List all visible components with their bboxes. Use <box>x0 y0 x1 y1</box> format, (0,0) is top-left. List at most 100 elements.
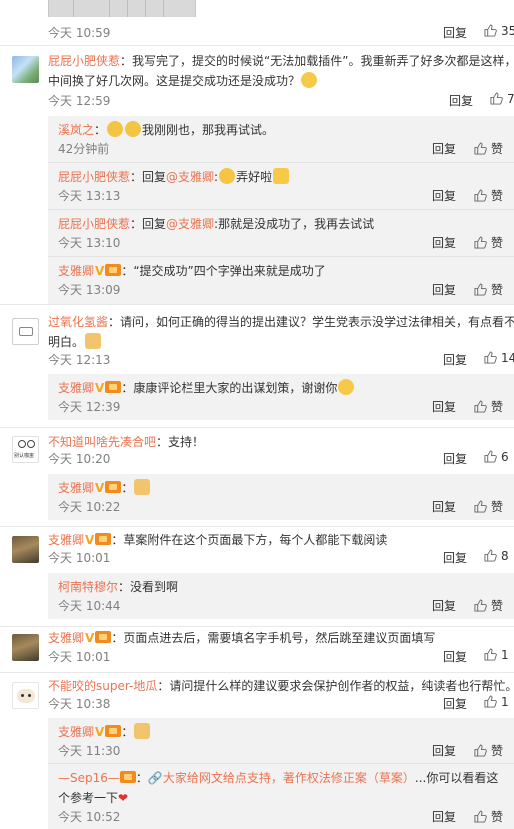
like-button[interactable]: 6 <box>484 450 509 464</box>
avatar[interactable] <box>12 318 39 345</box>
avatar[interactable] <box>12 682 39 709</box>
avatar[interactable] <box>12 634 39 661</box>
username[interactable]: 支雅卿 <box>58 481 94 495</box>
reply-button[interactable]: 回复 <box>443 450 467 467</box>
member-level-icon <box>95 533 112 545</box>
verified-v-icon: V <box>85 631 95 645</box>
comment-item: 别认咖宙 不知道叫啥先凑合吧：支持！ 今天 10:20 回复 6 支雅卿V： 今… <box>0 432 514 524</box>
verified-v-icon: V <box>95 481 105 495</box>
reply-item: —Sep16— ：🔗大家给网文给点支持，著作权法修正案（草案）...你可以看看这 … <box>58 771 504 825</box>
mention-link[interactable]: @支雅卿 <box>166 170 214 184</box>
reply-button[interactable]: 回复 <box>432 742 456 759</box>
username[interactable]: 屁屁小肥侠惹 <box>58 170 130 184</box>
mention-link[interactable]: @支雅卿 <box>166 217 214 231</box>
reply-button[interactable]: 回复 <box>443 648 467 665</box>
username[interactable]: 屁屁小肥侠惹 <box>58 217 130 231</box>
like-button[interactable]: 1 <box>484 648 509 662</box>
username[interactable]: 支雅卿 <box>58 264 94 278</box>
reply-button[interactable]: 回复 <box>443 549 467 566</box>
reply-item: 支雅卿V： 今天 10:22 回复 赞 <box>48 474 514 520</box>
reply-button[interactable]: 回复 <box>432 187 456 204</box>
reply-button[interactable]: 回复 <box>432 808 456 825</box>
like-count: 35 <box>501 24 514 38</box>
thumb-up-icon <box>484 648 497 661</box>
avatar[interactable] <box>12 536 39 563</box>
username[interactable]: 支雅卿 <box>48 533 84 547</box>
reply-button[interactable]: 回复 <box>443 695 467 712</box>
reply-time: 今天 12:39 <box>58 400 121 414</box>
reply-time: 今天 13:10 <box>58 236 121 250</box>
like-button[interactable]: 赞 <box>474 742 503 759</box>
member-level-icon <box>119 771 136 783</box>
comment-time: 今天 10:20 <box>48 452 111 466</box>
like-button[interactable]: 赞 <box>474 498 503 515</box>
reply-button[interactable]: 回复 <box>432 597 456 614</box>
reply-time: 今天 10:52 <box>58 810 121 824</box>
verified-v-icon: V <box>95 381 105 395</box>
username[interactable]: —Sep16— <box>58 771 120 785</box>
comment-item: 屁屁小肥侠惹：我写完了，提交的时候说“无法加载插件”。我重新弄了好多次都是这样，… <box>0 50 514 304</box>
username[interactable]: 支雅卿 <box>58 381 94 395</box>
like-button[interactable]: 赞 <box>474 597 503 614</box>
reply-time: 今天 10:22 <box>58 500 121 514</box>
thumb-up-icon <box>474 810 487 823</box>
thumb-up-icon <box>484 351 497 364</box>
like-count: 14 <box>501 351 514 365</box>
avatar[interactable]: 别认咖宙 <box>12 436 39 463</box>
avatar[interactable] <box>12 56 39 83</box>
like-button[interactable]: 赞 <box>474 187 503 204</box>
reply-button[interactable]: 回复 <box>432 398 456 415</box>
username[interactable]: 支雅卿 <box>58 725 94 739</box>
username[interactable]: 过氧化氢酱 <box>48 315 108 329</box>
member-level-icon <box>105 264 122 276</box>
thumb-up-icon <box>474 500 487 513</box>
thumb-up-icon <box>484 24 497 37</box>
comment-text: 不能咬的super-地瓜：请问提什么样的建议要求会保护创作者的权益，纯读者也行帮… <box>48 679 514 693</box>
reply-button[interactable]: 回复 <box>432 140 456 157</box>
reply-item: 支雅卿V ：“提交成功”四个字弹出来就是成功了 今天 13:09 回复 赞 <box>48 257 514 303</box>
comment-item: 过氧化氢酱：请问，如何正确的得当的提出建议？学生党表示没学过法律相关，有点看不 … <box>0 310 514 428</box>
username[interactable]: 不知道叫啥先凑合吧 <box>48 435 156 449</box>
like-button[interactable]: 14 <box>484 351 514 365</box>
comment-image-thumbnail[interactable] <box>48 0 196 17</box>
like-button[interactable]: 7 <box>490 92 514 106</box>
reply-button[interactable]: 回复 <box>443 351 467 368</box>
like-count: 1 <box>501 695 509 709</box>
reply-item: 屁屁小肥侠惹：回复@支雅卿: 弄好啦 今天 13:13 回复 赞 <box>58 168 504 204</box>
victory-hand-emoji-icon <box>273 168 290 184</box>
member-level-icon <box>105 481 122 493</box>
like-button[interactable]: 赞 <box>474 808 503 825</box>
username[interactable]: 屁屁小肥侠惹 <box>48 54 120 68</box>
like-button[interactable]: 35 <box>484 24 514 38</box>
reply-button[interactable]: 回复 <box>432 498 456 515</box>
reply-list: 柯南特穆尔：没看到啊 今天 10:44 回复 赞 <box>48 573 514 619</box>
like-button[interactable]: 1 <box>484 695 509 709</box>
reply-button[interactable]: 回复 <box>443 24 467 41</box>
verified-v-icon: V <box>95 725 105 739</box>
cry-emoji-icon <box>125 121 142 137</box>
reply-time: 今天 10:44 <box>58 599 121 613</box>
thumb-up-icon <box>484 450 497 463</box>
smile-emoji-icon <box>338 379 355 395</box>
like-button[interactable]: 8 <box>484 549 509 563</box>
username[interactable]: 不能咬的super-地瓜 <box>48 679 157 693</box>
like-button[interactable]: 赞 <box>474 234 503 251</box>
username[interactable]: 支雅卿 <box>48 631 84 645</box>
cry-emoji-icon <box>107 121 124 137</box>
thumb-up-icon <box>474 189 487 202</box>
reply-button[interactable]: 回复 <box>432 234 456 251</box>
like-button[interactable]: 赞 <box>474 281 503 298</box>
username[interactable]: 柯南特穆尔 <box>58 580 118 594</box>
heart-emoji-icon: ❤ <box>118 791 129 805</box>
comment-text: 屁屁小肥侠惹：我写完了，提交的时候说“无法加载插件”。我重新弄了好多次都是这样，… <box>48 54 514 88</box>
username[interactable]: 溪岚之 <box>58 123 94 137</box>
article-link[interactable]: 大家给网文给点支持，著作权法修正案（草案） <box>163 771 415 785</box>
reply-button[interactable]: 回复 <box>432 281 456 298</box>
bow-hands-emoji-icon <box>85 333 102 349</box>
like-button[interactable]: 赞 <box>474 398 503 415</box>
thumb-up-icon <box>474 142 487 155</box>
verified-v-icon: V <box>95 264 105 278</box>
reply-list: 支雅卿V ：康康评论栏里大家的出谋划策，谢谢你 今天 12:39 回复 赞 <box>48 374 514 420</box>
reply-button[interactable]: 回复 <box>449 92 473 109</box>
like-button[interactable]: 赞 <box>474 140 503 157</box>
